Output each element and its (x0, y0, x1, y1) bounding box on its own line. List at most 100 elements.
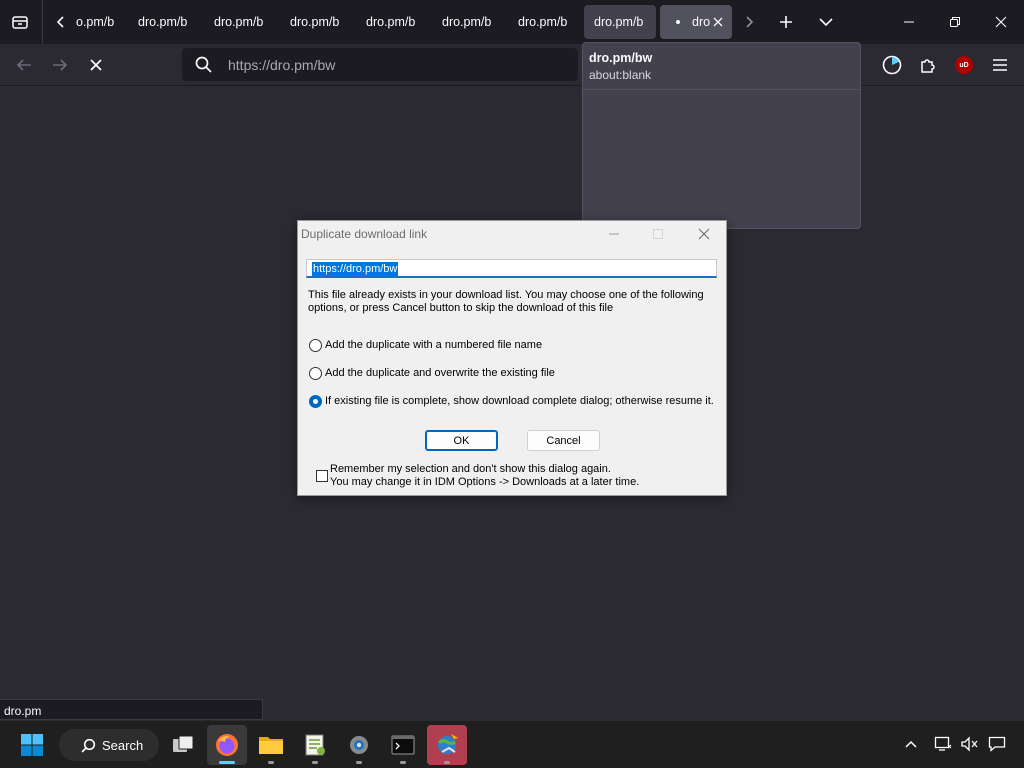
tab[interactable]: o.pm/b (74, 5, 136, 39)
address-bar[interactable]: https://dro.pm/bw (182, 48, 578, 81)
list-all-tabs-button[interactable] (810, 6, 842, 38)
radio-label-numbered-file-name[interactable]: Add the duplicate with a numbered file n… (325, 339, 542, 351)
dialog-minimize-button[interactable] (592, 221, 636, 247)
restore-window-button[interactable] (932, 0, 978, 44)
tab-preview-title: dro.pm/bw (589, 51, 653, 65)
network-monitor-icon (934, 736, 952, 751)
dialog-title: Duplicate download link (301, 227, 428, 241)
stop-loading-button[interactable] (80, 49, 112, 81)
gear-icon (350, 736, 368, 754)
cancel-button[interactable]: Cancel (527, 430, 600, 451)
remember-selection-hint: You may change it in IDM Options -> Down… (330, 476, 640, 488)
dialog-message: This file already exists in your downloa… (308, 289, 718, 315)
tab-label: dro (692, 15, 710, 29)
chevron-down-icon (819, 18, 833, 27)
scroll-tabs-left-button[interactable] (46, 6, 76, 38)
taskbar: Search (0, 720, 1024, 768)
dialog-message-line: options, or press Cancel button to skip … (308, 302, 614, 314)
tab[interactable]: dro.pm/b (510, 5, 580, 39)
dialog-message-line: This file already exists in your downloa… (308, 289, 704, 301)
windows-logo-icon (21, 734, 43, 756)
app-menu-button[interactable] (984, 49, 1016, 81)
duplicate-download-dialog: Duplicate download link https://dro.pm/b… (297, 220, 727, 496)
task-view-icon (173, 735, 194, 752)
start-button[interactable] (12, 725, 52, 765)
tab-label: dro.pm/b (366, 15, 416, 29)
task-view-button[interactable] (163, 725, 203, 765)
radio-label-resume-or-complete[interactable]: If existing file is complete, show downl… (325, 395, 714, 407)
chevron-right-icon (746, 16, 754, 28)
extensions-button[interactable] (912, 49, 944, 81)
taskbar-internet-download-manager[interactable] (427, 725, 467, 765)
taskbar-search[interactable]: Search (59, 729, 159, 761)
running-indicator (356, 761, 362, 764)
tab[interactable]: dro.pm/b (358, 5, 428, 39)
new-tab-button[interactable] (770, 6, 802, 38)
chevron-left-icon (56, 16, 64, 28)
chevron-up-icon (905, 740, 917, 748)
plus-icon (780, 16, 792, 28)
taskbar-settings[interactable] (339, 725, 379, 765)
radio-label-overwrite-existing[interactable]: Add the duplicate and overwrite the exis… (325, 367, 555, 379)
minimize-icon (609, 233, 619, 235)
tab[interactable]: dro.pm/b (206, 5, 276, 39)
idm-globe-icon (437, 734, 458, 754)
tab[interactable]: dro.pm/b (130, 5, 200, 39)
ublock-badge-text: uD (959, 61, 969, 69)
taskbar-firefox[interactable] (207, 725, 247, 765)
forward-button[interactable] (44, 49, 76, 81)
close-icon (698, 228, 710, 240)
navigation-toolbar: https://dro.pm/bw uD (0, 44, 1024, 86)
tab-selected[interactable]: dro (660, 5, 732, 39)
show-hidden-icons-button[interactable] (899, 731, 923, 757)
taskbar-terminal[interactable] (383, 725, 423, 765)
scroll-tabs-right-button[interactable] (734, 6, 764, 38)
download-url-field[interactable]: https://dro.pm/bw (306, 259, 717, 278)
firefox-icon (216, 734, 238, 756)
radio-resume-or-complete[interactable] (309, 395, 322, 408)
hamburger-menu-icon (993, 59, 1007, 71)
radio-overwrite-existing[interactable] (309, 367, 322, 380)
tab-hovered[interactable]: dro.pm/b (584, 5, 656, 39)
running-indicator (444, 761, 450, 764)
progress-circle-icon (882, 55, 902, 75)
arrow-right-icon (53, 59, 68, 71)
running-indicator (219, 761, 235, 764)
back-button[interactable] (8, 49, 40, 81)
puzzle-piece-icon (921, 59, 935, 73)
ublock-origin-button[interactable]: uD (948, 49, 980, 81)
volume-tray-button[interactable] (957, 731, 981, 757)
dialog-maximize-button[interactable] (636, 221, 680, 247)
notifications-button[interactable] (985, 731, 1009, 757)
tab-label: o.pm/b (76, 15, 115, 29)
tab[interactable]: dro.pm/b (434, 5, 504, 39)
ublock-shield-icon: uD (955, 56, 973, 74)
remember-selection-checkbox[interactable] (316, 470, 328, 482)
dialog-close-button[interactable] (682, 221, 726, 247)
minimize-window-button[interactable] (886, 0, 932, 44)
tab[interactable]: dro.pm/b (282, 5, 352, 39)
tab-label: dro.pm/b (290, 15, 340, 29)
close-icon (90, 59, 102, 71)
restore-icon (950, 17, 960, 27)
maximize-icon (653, 229, 663, 239)
pocket-or-sync-button[interactable] (876, 49, 908, 81)
tab-preview-divider (583, 89, 860, 90)
address-bar-text: https://dro.pm/bw (228, 57, 336, 73)
tab-close-button[interactable] (713, 17, 723, 27)
download-url-text: https://dro.pm/bw (312, 262, 399, 276)
running-indicator (268, 761, 274, 764)
remember-selection-label[interactable]: Remember my selection and don't show thi… (330, 463, 611, 475)
network-tray-button[interactable] (931, 731, 955, 757)
tab-label: dro.pm/b (594, 15, 644, 29)
tab-label: dro.pm/b (138, 15, 188, 29)
status-panel: dro.pm (0, 699, 263, 720)
ok-button[interactable]: OK (425, 430, 498, 451)
taskbar-file-explorer[interactable] (251, 725, 291, 765)
firefox-view-button[interactable] (4, 6, 36, 38)
tab-preview-url: about:blank (589, 68, 652, 82)
taskbar-notepad-plus-plus[interactable] (295, 725, 335, 765)
radio-numbered-file-name[interactable] (309, 339, 322, 352)
close-window-button[interactable] (978, 0, 1024, 44)
speaker-muted-icon (961, 736, 978, 752)
